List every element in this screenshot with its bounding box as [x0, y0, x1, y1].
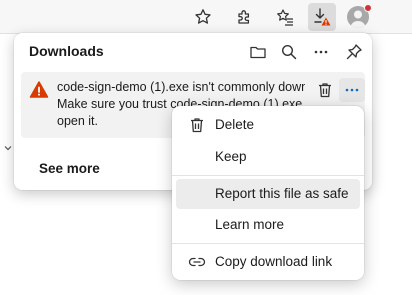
more-horizontal-icon	[345, 88, 359, 92]
menu-item-delete[interactable]: Delete	[176, 110, 360, 140]
download-warning-icon	[314, 8, 331, 26]
favorites-list-icon	[277, 9, 293, 26]
menu-item-label: Learn more	[215, 217, 285, 232]
pin-icon	[346, 44, 362, 60]
chevron-down-icon	[3, 140, 13, 151]
open-downloads-folder-button[interactable]	[245, 39, 271, 65]
pin-downloads-button[interactable]	[341, 39, 367, 65]
menu-divider	[172, 243, 364, 244]
see-more-link[interactable]: See more	[39, 161, 100, 176]
settings-and-more-button[interactable]	[378, 3, 406, 31]
menu-item-label: Keep	[215, 149, 247, 164]
download-warning-line-1: code-sign-demo (1).exe isn't commonly do…	[57, 80, 305, 94]
search-downloads-button[interactable]	[276, 39, 302, 65]
menu-item-label: Copy download link	[215, 254, 333, 269]
menu-item-label: Report this file as safe	[215, 186, 349, 201]
delete-download-button[interactable]	[313, 78, 337, 102]
menu-item-copy-link[interactable]: Copy download link	[176, 247, 360, 277]
download-more-actions-button[interactable]	[339, 78, 365, 102]
notification-dot	[364, 4, 372, 12]
favorite-star-button[interactable]	[189, 3, 217, 31]
folder-icon	[250, 46, 266, 59]
menu-item-report-safe[interactable]: Report this file as safe	[176, 179, 360, 209]
menu-item-keep[interactable]: Keep	[176, 142, 360, 172]
flyout-title: Downloads	[29, 43, 104, 59]
more-options-button[interactable]	[308, 39, 334, 65]
puzzle-icon	[238, 10, 250, 24]
menu-item-label: Delete	[215, 117, 255, 132]
trash-icon	[319, 83, 331, 98]
downloads-button[interactable]	[308, 3, 336, 31]
more-horizontal-icon	[314, 50, 328, 54]
search-icon	[281, 44, 297, 60]
browser-toolbar	[0, 0, 412, 33]
star-icon	[195, 9, 211, 24]
trash-icon	[188, 116, 206, 134]
menu-item-learn-more[interactable]: Learn more	[176, 210, 360, 240]
profile-button[interactable]	[344, 3, 372, 31]
favorites-button[interactable]	[271, 3, 299, 31]
menu-divider	[172, 175, 364, 176]
download-context-menu: Delete Keep Report this file as safe Lea…	[172, 106, 364, 280]
link-icon	[188, 253, 206, 271]
warning-icon	[29, 80, 49, 100]
extensions-button[interactable]	[230, 3, 258, 31]
